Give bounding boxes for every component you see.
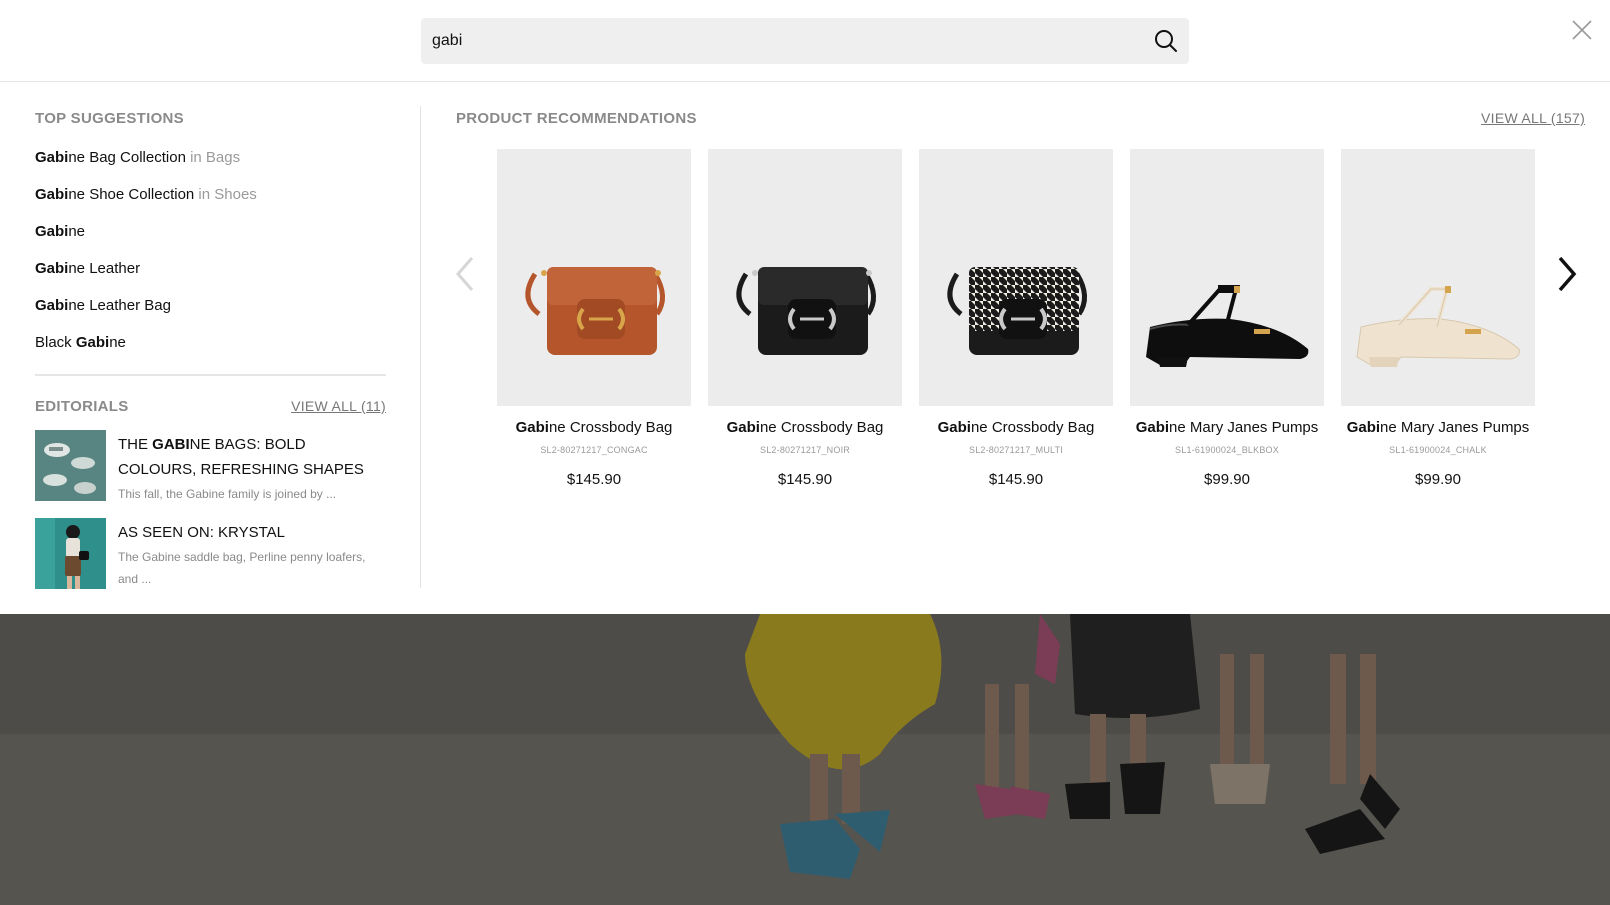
suggestion-match: Gabi [35,297,69,314]
editorial-description: This fall, the Gabine family is joined b… [118,487,337,501]
product-card[interactable]: Gabine Crossbody Bag SL2-80271217_MULTI … [919,149,1113,499]
product-sku: SL1-61900024_BLKBOX [1175,445,1279,455]
editorial-headline[interactable]: THE GABINE BAGS: BOLD COLOURS, REFRESHIN… [118,432,386,482]
suggestion-text: ne [68,223,86,240]
suggestion-text: ne Leather [68,260,141,277]
suggestion-match: Gabi [35,260,69,277]
left-column: TOP SUGGESTIONS Gabine Bag Collection in… [35,82,386,590]
product-card[interactable]: Gabine Crossbody Bag SL2-80271217_NOIR $… [708,149,902,499]
suggestion-prefix: Black [35,334,76,351]
editorial-thumbnail[interactable] [35,430,106,501]
suggestion-item[interactable]: Gabine Leather Bag [35,297,257,334]
suggestion-text: ne Leather Bag [68,297,171,314]
search-button[interactable] [1153,28,1179,54]
editorial-headline-start: THE [118,436,153,453]
search-header [0,0,1610,82]
suggestion-list: Gabine Bag Collection in Bags Gabine Sho… [35,149,257,371]
carousel-next-button[interactable] [1554,254,1580,294]
editorial-thumbnail[interactable] [35,518,106,589]
product-sku: SL2-80271217_NOIR [760,445,850,455]
column-divider [420,106,421,588]
product-name-match: Gabi [1346,419,1381,436]
suggestion-text: ne Bag Collection [68,149,186,166]
product-image[interactable] [497,149,691,406]
section-divider [35,374,386,376]
product-name-rest: ne Mary Janes Pumps [1380,419,1530,436]
products-view-all-link[interactable]: VIEW ALL (157) [1481,110,1585,126]
product-sku: SL2-80271217_MULTI [969,445,1063,455]
editorial-item[interactable]: THE GABINE BAGS: BOLD COLOURS, REFRESHIN… [35,430,386,502]
close-icon [1572,20,1592,40]
product-name[interactable]: Gabine Crossbody Bag [698,419,912,436]
suggestion-match: Gabi [35,223,69,240]
editorial-text: AS SEEN ON: KRYSTAL The Gabine saddle ba… [118,520,386,590]
carousel-prev-button[interactable] [452,254,478,294]
product-carousel: Gabine Crossbody Bag SL2-80271217_CONGAC… [497,149,1535,499]
suggestion-item[interactable]: Black Gabine [35,334,257,371]
product-name-rest: ne Crossbody Bag [548,419,673,436]
search-input[interactable] [432,18,1132,64]
suggestion-match: Gabi [35,186,69,203]
suggestion-item[interactable]: Gabine Shoe Collection in Shoes [35,186,257,223]
search-dropdown-panel: TOP SUGGESTIONS Gabine Bag Collection in… [0,82,1610,614]
product-price: $145.90 [566,471,622,488]
editorial-description: The Gabine saddle bag, Perline penny loa… [118,550,366,586]
product-name-match: Gabi [515,419,549,436]
product-name[interactable]: Gabine Mary Janes Pumps [1120,419,1334,436]
suggestion-text: ne Shoe Collection [68,186,195,203]
suggestion-item[interactable]: Gabine Leather [35,260,257,297]
product-card[interactable]: Gabine Mary Janes Pumps SL1-61900024_BLK… [1130,149,1324,499]
editorial-headline-match: GABI [152,436,190,453]
product-name-rest: ne Mary Janes Pumps [1169,419,1319,436]
suggestion-category: in Bags [185,149,241,166]
product-image[interactable] [919,149,1113,406]
product-name-match: Gabi [1135,419,1170,436]
product-card[interactable]: Gabine Crossbody Bag SL2-80271217_CONGAC… [497,149,691,499]
product-price: $99.90 [1204,471,1250,488]
suggestion-match: Gabi [75,334,110,351]
product-recommendations-title: PRODUCT RECOMMENDATIONS [456,110,697,127]
search-box [421,18,1189,64]
suggestion-category: in Shoes [194,186,257,203]
suggestion-item[interactable]: Gabine [35,223,257,260]
editorial-headline-start: AS SEEN ON: KRYSTAL [118,524,285,541]
editorials-view-all-link[interactable]: VIEW ALL (11) [291,398,386,414]
product-name-rest: ne Crossbody Bag [970,419,1095,436]
editorial-text: THE GABINE BAGS: BOLD COLOURS, REFRESHIN… [118,432,386,505]
product-price: $145.90 [777,471,833,488]
product-image[interactable] [1341,149,1535,406]
product-image[interactable] [1130,149,1324,406]
top-suggestions-title: TOP SUGGESTIONS [35,110,184,127]
editorials-title: EDITORIALS [35,398,129,415]
editorial-item[interactable]: AS SEEN ON: KRYSTAL The Gabine saddle ba… [35,518,386,590]
search-icon [1155,30,1177,52]
product-name-match: Gabi [726,419,760,436]
product-name-match: Gabi [937,419,971,436]
product-name[interactable]: Gabine Mary Janes Pumps [1331,419,1545,436]
close-button[interactable] [1570,18,1594,42]
suggestion-text: ne [109,334,126,351]
product-card[interactable]: Gabine Mary Janes Pumps SL1-61900024_CHA… [1341,149,1535,499]
suggestion-item[interactable]: Gabine Bag Collection in Bags [35,149,257,186]
product-image[interactable] [708,149,902,406]
product-sku: SL1-61900024_CHALK [1389,445,1487,455]
product-name[interactable]: Gabine Crossbody Bag [909,419,1123,436]
chevron-left-icon [456,257,474,291]
suggestion-match: Gabi [35,149,69,166]
product-name-rest: ne Crossbody Bag [759,419,884,436]
hero-background-image [0,614,1610,905]
product-price: $145.90 [988,471,1044,488]
product-sku: SL2-80271217_CONGAC [540,445,648,455]
editorial-headline[interactable]: AS SEEN ON: KRYSTAL [118,520,386,545]
chevron-right-icon [1558,256,1577,292]
product-name[interactable]: Gabine Crossbody Bag [487,419,701,436]
product-price: $99.90 [1415,471,1461,488]
